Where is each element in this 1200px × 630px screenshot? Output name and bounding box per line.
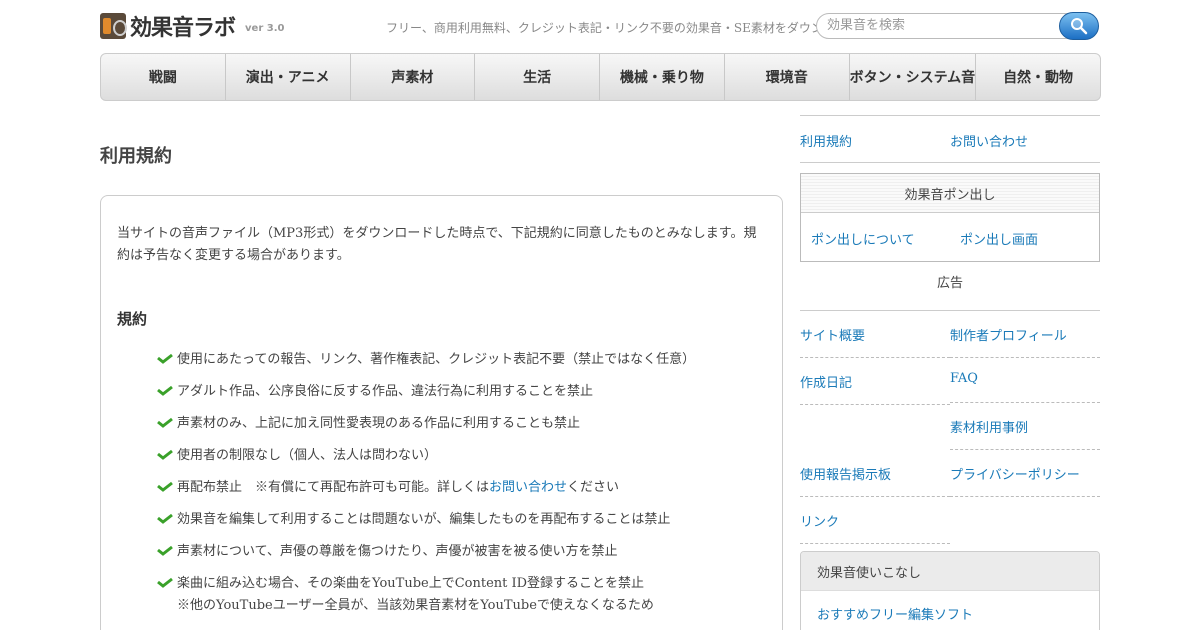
rule-text: 使用者の制限なし（個人、法人は問わない） bbox=[177, 448, 438, 463]
divider bbox=[800, 404, 950, 405]
divider bbox=[800, 496, 950, 497]
nav-item-ambient[interactable]: 環境音 bbox=[725, 54, 850, 100]
nav-item-battle[interactable]: 戦闘 bbox=[101, 54, 226, 100]
check-icon bbox=[157, 513, 173, 524]
divider bbox=[950, 496, 1100, 497]
contact-link[interactable]: お問い合わせ bbox=[489, 480, 567, 495]
rules-list: 使用にあたっての報告、リンク、著作権表記、クレジット表記不要（禁止ではなく任意）… bbox=[157, 349, 695, 617]
site-logo[interactable]: 効果音ラボ ver 3.0 bbox=[100, 10, 284, 42]
divider bbox=[800, 357, 950, 358]
speaker-icon bbox=[100, 13, 127, 39]
sidebar-item-links[interactable]: リンク bbox=[800, 511, 839, 530]
sidebar-item-contact[interactable]: お問い合わせ bbox=[950, 131, 1028, 150]
rule-text: 声素材について、声優の尊厳を傷つけたり、声優が被害を被る使い方を禁止 bbox=[177, 544, 618, 559]
list-item: 使用にあたっての報告、リンク、著作権表記、クレジット表記不要（禁止ではなく任意） bbox=[157, 349, 695, 381]
list-item: 声素材のみ、上記に加え同性愛表現のある作品に利用することも禁止 bbox=[157, 413, 695, 445]
rule-text: アダルト作品、公序良俗に反する作品、違法行為に利用することを禁止 bbox=[177, 384, 594, 399]
version-label: ver 3.0 bbox=[245, 22, 285, 34]
list-item: 楽曲に組み込む場合、その楽曲をYouTube上でContent ID登録すること… bbox=[157, 573, 695, 617]
check-icon bbox=[157, 417, 173, 428]
list-item: 効果音を編集して利用することは問題ないが、編集したものを再配布することは禁止 bbox=[157, 509, 695, 541]
rule-text: 楽曲に組み込む場合、その楽曲をYouTube上でContent ID登録すること… bbox=[177, 573, 654, 617]
page-title: 利用規約 bbox=[100, 146, 172, 167]
sidebar-item-terms[interactable]: 利用規約 bbox=[800, 131, 852, 150]
search-button[interactable] bbox=[1059, 12, 1099, 40]
rule-text: 効果音を編集して利用することは問題ないが、編集したものを再配布することは禁止 bbox=[177, 512, 671, 527]
pon-screen-link[interactable]: ポン出し画面 bbox=[960, 229, 1038, 248]
pon-panel: 効果音ポン出し ポン出しについて ポン出し画面 bbox=[800, 173, 1100, 262]
check-icon bbox=[157, 577, 173, 588]
divider bbox=[800, 310, 1100, 311]
check-icon bbox=[157, 481, 173, 492]
tips-link-editor[interactable]: おすすめフリー編集ソフト bbox=[817, 605, 977, 627]
search-input[interactable] bbox=[827, 18, 1057, 33]
list-item: アダルト作品、公序良俗に反する作品、違法行為に利用することを禁止 bbox=[157, 381, 695, 413]
nav-item-nature-animals[interactable]: 自然・動物 bbox=[976, 54, 1100, 100]
list-item: 声素材について、声優の尊厳を傷つけたり、声優が被害を被る使い方を禁止 bbox=[157, 541, 695, 573]
divider bbox=[950, 402, 1100, 403]
pon-panel-title: 効果音ポン出し bbox=[801, 174, 1099, 213]
rule-text: 再配布禁止 ※有償にて再配布許可も可能。詳しくはお問い合わせください bbox=[177, 477, 619, 499]
rule-text: 使用にあたっての報告、リンク、著作権表記、クレジット表記不要（禁止ではなく任意） bbox=[177, 352, 696, 367]
pon-about-link[interactable]: ポン出しについて bbox=[811, 229, 915, 248]
sidebar-item-report-board[interactable]: 使用報告掲示板 bbox=[800, 464, 891, 483]
divider bbox=[950, 357, 1100, 358]
tips-panel: 効果音使いこなし おすすめフリー編集ソフト bbox=[800, 551, 1100, 630]
category-nav: 戦闘 演出・アニメ 声素材 生活 機械・乗り物 環境音 ボタン・システム音 自然… bbox=[100, 53, 1101, 101]
check-icon bbox=[157, 385, 173, 396]
site-tagline: フリー、商用利用無料、クレジット表記・リンク不要の効果音・SE素材をダウンロード bbox=[386, 21, 859, 35]
tips-panel-title: 効果音使いこなし bbox=[801, 552, 1099, 591]
list-item: 再配布禁止 ※有償にて再配布許可も可能。詳しくはお問い合わせください bbox=[157, 477, 695, 509]
rule-text-line2: ※他のYouTubeユーザー全員が、当該効果音素材をYouTubeで使えなくなる… bbox=[177, 598, 654, 613]
search-box bbox=[816, 13, 1098, 39]
check-icon bbox=[157, 545, 173, 556]
check-icon bbox=[157, 449, 173, 460]
check-icon bbox=[157, 353, 173, 364]
list-item: 使用者の制限なし（個人、法人は問わない） bbox=[157, 445, 695, 477]
rule-text-after: ください bbox=[567, 480, 620, 495]
divider bbox=[950, 449, 1100, 450]
nav-item-buttons-system[interactable]: ボタン・システム音 bbox=[850, 54, 977, 100]
sidebar-item-profile[interactable]: 制作者プロフィール bbox=[950, 325, 1067, 344]
rule-text: 声素材のみ、上記に加え同性愛表現のある作品に利用することも禁止 bbox=[177, 416, 581, 431]
nav-item-life[interactable]: 生活 bbox=[475, 54, 601, 100]
rule-text-line1: 楽曲に組み込む場合、その楽曲をYouTube上でContent ID登録すること… bbox=[177, 576, 645, 591]
section-title: 規約 bbox=[117, 310, 148, 328]
nav-item-machines[interactable]: 機械・乗り物 bbox=[600, 54, 725, 100]
nav-item-voice[interactable]: 声素材 bbox=[351, 54, 476, 100]
terms-content: 当サイトの音声ファイル（MP3形式）をダウンロードした時点で、下記規約に同意した… bbox=[100, 195, 783, 630]
intro-text: 当サイトの音声ファイル（MP3形式）をダウンロードした時点で、下記規約に同意した… bbox=[117, 226, 757, 263]
ad-label: 広告 bbox=[936, 276, 963, 291]
sidebar-item-diary[interactable]: 作成日記 bbox=[800, 372, 852, 391]
nav-item-effects-anime[interactable]: 演出・アニメ bbox=[226, 54, 351, 100]
logo-text: 効果音ラボ bbox=[130, 16, 236, 41]
magnifier-icon bbox=[1071, 18, 1088, 35]
sidebar-item-use-cases[interactable]: 素材利用事例 bbox=[950, 417, 1028, 436]
sidebar-item-site-overview[interactable]: サイト概要 bbox=[800, 325, 865, 344]
divider bbox=[800, 543, 950, 544]
rule-text-before: 再配布禁止 ※有償にて再配布許可も可能。詳しくは bbox=[177, 480, 490, 495]
sidebar-item-privacy[interactable]: プライバシーポリシー bbox=[950, 464, 1080, 483]
sidebar-top-links: 利用規約 お問い合わせ bbox=[800, 115, 1100, 163]
sidebar-item-faq[interactable]: FAQ bbox=[950, 371, 978, 386]
